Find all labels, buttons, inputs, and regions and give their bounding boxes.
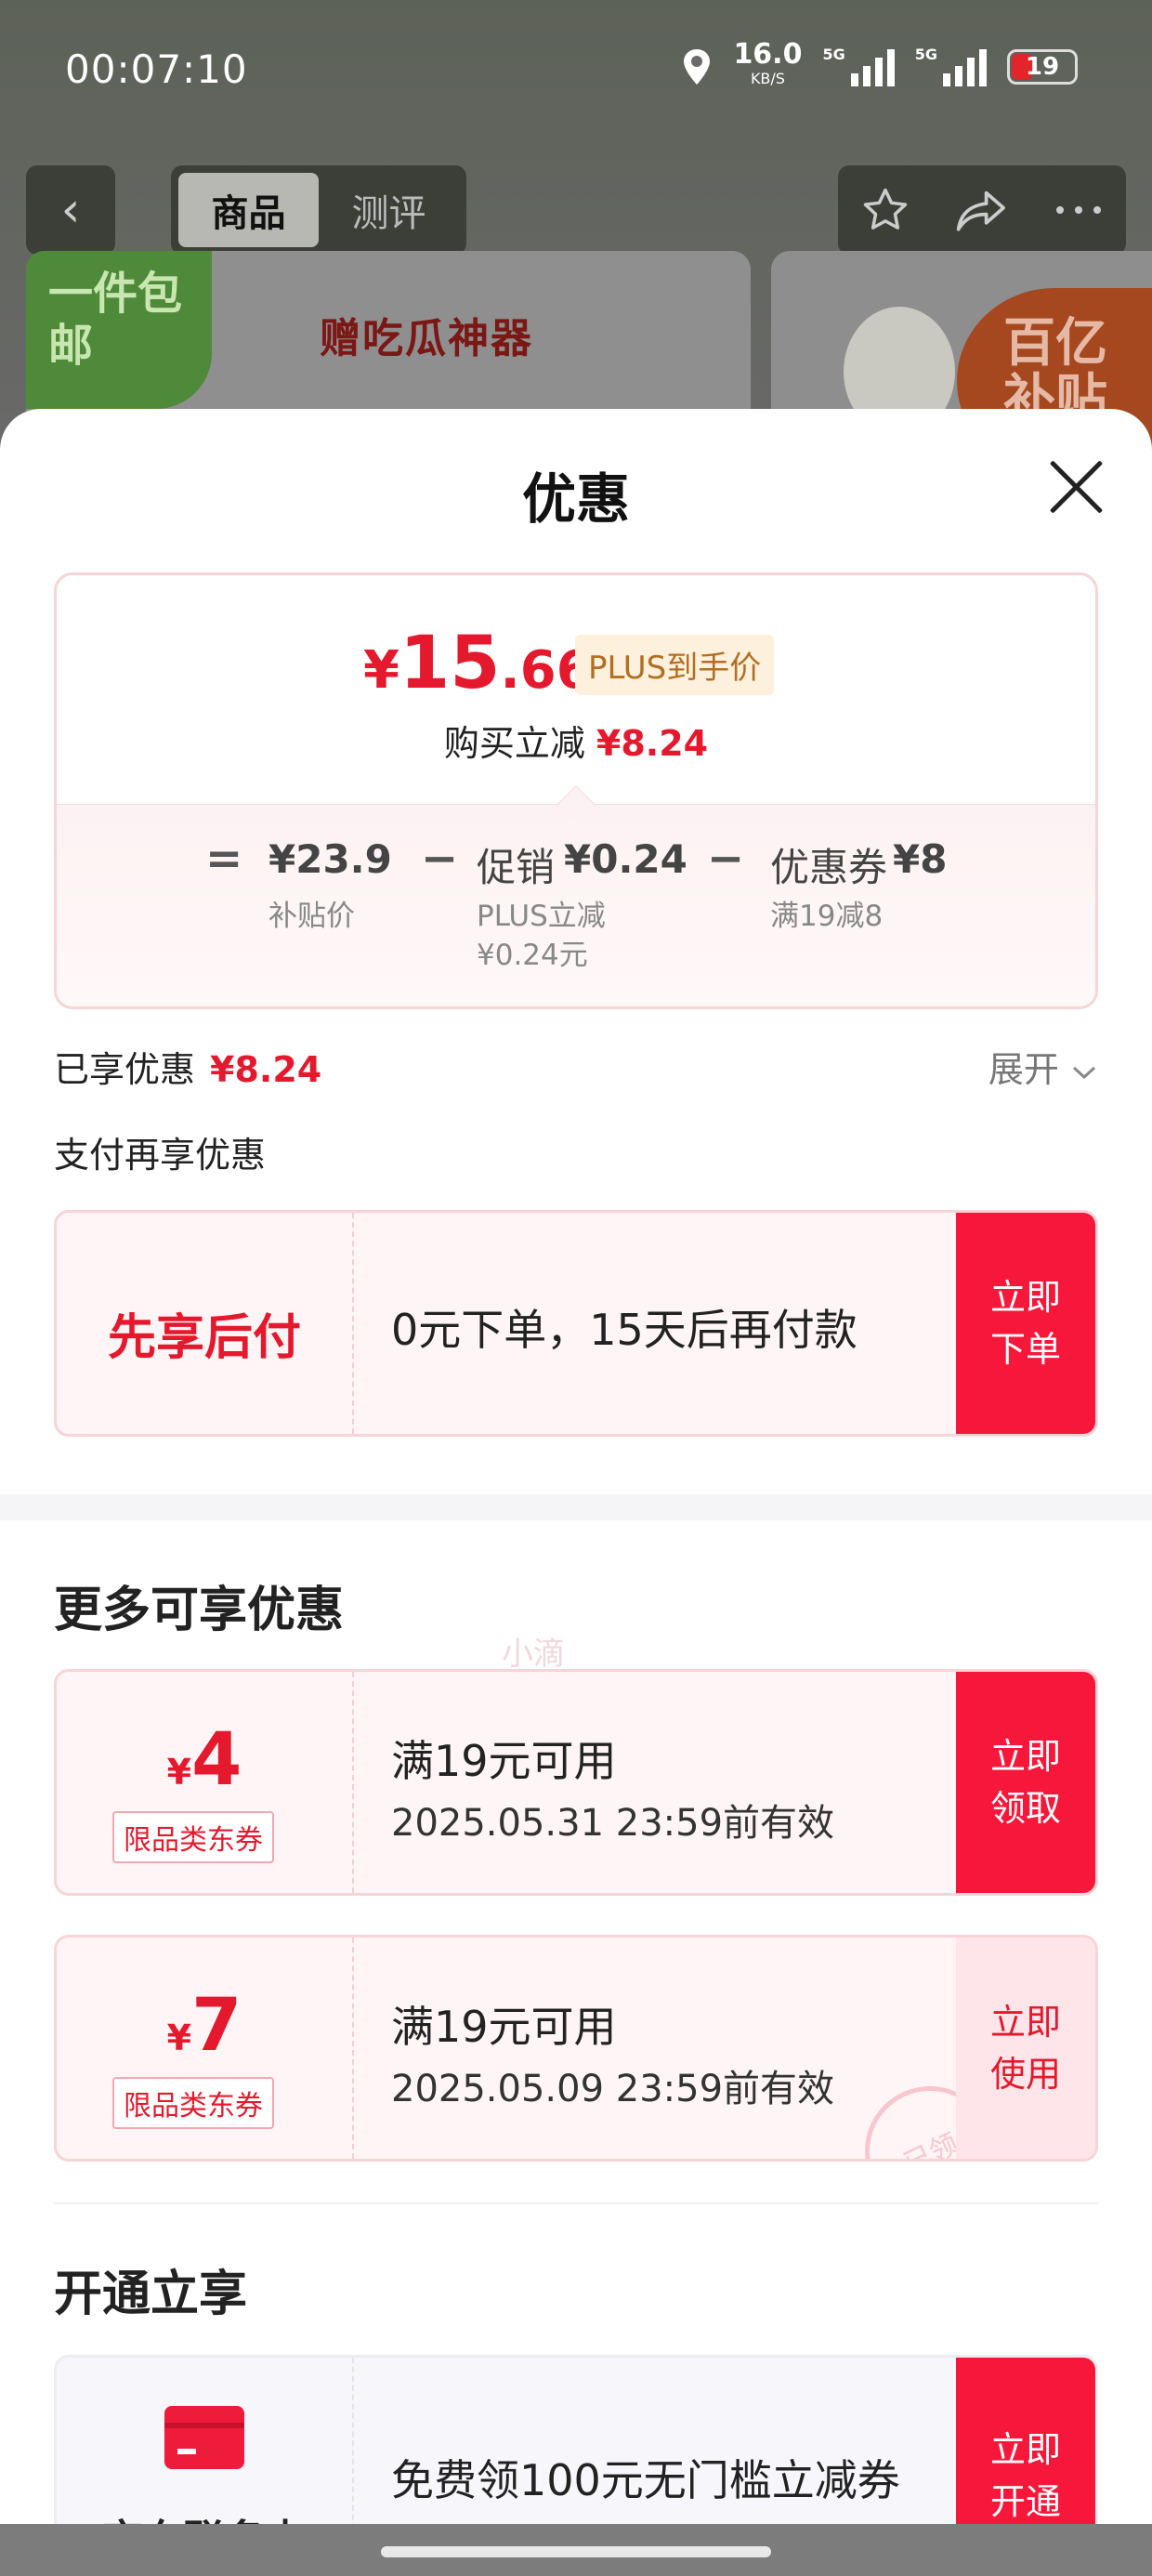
use-coupon-button[interactable]: 立即 使用 — [956, 1938, 1095, 2159]
coupon-sub: 满19减8 — [770, 900, 884, 933]
pay-later-title: 先享后付 — [107, 1310, 301, 1366]
final-price-section: ¥15.66 PLUS到手价 购买立减 ¥8.24 — [57, 575, 1095, 804]
coupon-condition: 满19元可用 — [391, 2002, 617, 2052]
chevron-left-icon: ‹ — [60, 182, 81, 238]
open-section-title: 开通立享 — [54, 2267, 248, 2322]
coupon-amount: ¥4 — [166, 1718, 242, 1802]
home-indicator[interactable] — [381, 2546, 771, 2557]
battery-icon: 19 — [1007, 49, 1078, 85]
top-navbar: ‹ 商品 测评 — [26, 165, 1126, 255]
expand-button[interactable]: 展开 — [988, 1041, 1098, 1092]
sheet-title: 优惠 — [521, 467, 630, 531]
enjoyed-discount: 已享优惠 ¥8.24 — [54, 1049, 322, 1090]
promo-value: ¥0.24 — [564, 836, 687, 882]
member-card-text: 免费领100元无门槛立减券 — [391, 2455, 900, 2505]
tab-switcher: 商品 测评 — [171, 165, 466, 255]
promo-sub-amount: ¥0.24元 — [477, 939, 588, 972]
base-price-label: 补贴价 — [268, 900, 355, 933]
section-divider — [0, 1494, 1152, 1520]
divider-line — [54, 2202, 1098, 2204]
promo-label: 促销 — [477, 845, 556, 890]
status-time: 00:07:10 — [65, 46, 248, 92]
order-now-button[interactable]: 立即 下单 — [956, 1213, 1095, 1434]
watermark: 小滴 — [502, 1636, 565, 1673]
promo-sub: PLUS立减 — [477, 900, 606, 933]
status-bar: 00:07:10 16.0 KB/S 5G 5G 19 — [0, 0, 1152, 139]
pay-section-title: 支付再享优惠 — [54, 1135, 267, 1176]
banner-text: 赠吃瓜神器 — [320, 315, 533, 362]
net-speed: 16.0 KB/S — [733, 38, 803, 88]
coupon-label: 优惠券 — [770, 845, 888, 890]
more-icon[interactable] — [1053, 201, 1105, 219]
base-price: ¥23.9 — [268, 836, 392, 882]
coupon-type-tag: 限品类东券 — [112, 2077, 274, 2129]
pay-later-text: 0元下单，15天后再付款 — [391, 1305, 857, 1355]
minus-sign-2: − — [707, 833, 745, 885]
final-price: ¥15.66 — [363, 622, 593, 705]
gesture-bar — [0, 2524, 1152, 2576]
signal-icon-2 — [943, 47, 987, 86]
chevron-down-icon — [1072, 1066, 1096, 1080]
free-shipping-tag: 一件包邮 — [26, 251, 212, 409]
price-breakdown-card: ¥15.66 PLUS到手价 购买立减 ¥8.24 = ¥23.9 补贴价 − 促… — [54, 572, 1098, 1009]
claim-coupon-button[interactable]: 立即 领取 — [956, 1672, 1095, 1893]
coupon-expiry: 2025.05.09 23:59前有效 — [391, 2068, 835, 2110]
location-icon — [684, 49, 711, 85]
coupon-value: ¥8 — [893, 836, 948, 882]
network-type-2: 5G — [914, 45, 937, 63]
minus-sign: − — [421, 833, 459, 885]
back-button[interactable]: ‹ — [26, 165, 115, 255]
network-type: 5G — [822, 45, 845, 63]
pay-later-card: 先享后付 0元下单，15天后再付款 立即 下单 — [54, 1210, 1098, 1437]
nav-actions — [838, 165, 1126, 255]
discount-sheet: 优惠 ¥15.66 PLUS到手价 购买立减 ¥8.24 = ¥23.9 补贴价 … — [0, 409, 1152, 2576]
signal-icon — [850, 47, 895, 86]
status-icons: 16.0 KB/S 5G 5G 19 — [681, 38, 1078, 91]
tab-product[interactable]: 商品 — [178, 173, 319, 247]
star-icon[interactable] — [859, 184, 911, 236]
plus-price-tag: PLUS到手价 — [575, 635, 775, 695]
close-icon[interactable] — [1046, 457, 1106, 517]
coupon-card: ¥4 限品类东券 满19元可用 2025.05.31 23:59前有效 立即 领取 — [54, 1669, 1098, 1896]
credit-card-icon — [164, 2406, 244, 2469]
coupon-type-tag: 限品类东券 — [112, 1811, 274, 1863]
coupon-card-claimed: ¥7 限品类东券 满19元可用 2025.05.09 23:59前有效 已领 立… — [54, 1935, 1098, 2162]
coupon-condition: 满19元可用 — [391, 1736, 617, 1786]
more-section-title: 更多可享优惠 — [54, 1583, 345, 1638]
coupon-amount: ¥7 — [166, 1984, 242, 2068]
price-formula: = ¥23.9 补贴价 − 促销 ¥0.24 PLUS立减 ¥0.24元 − 优… — [57, 804, 1095, 1006]
instant-reduction: 购买立减 ¥8.24 — [443, 723, 709, 764]
tab-review[interactable]: 测评 — [319, 173, 459, 247]
coupon-expiry: 2025.05.31 23:59前有效 — [391, 1802, 835, 1845]
share-icon[interactable] — [954, 184, 1010, 236]
equals-sign: = — [205, 833, 243, 885]
